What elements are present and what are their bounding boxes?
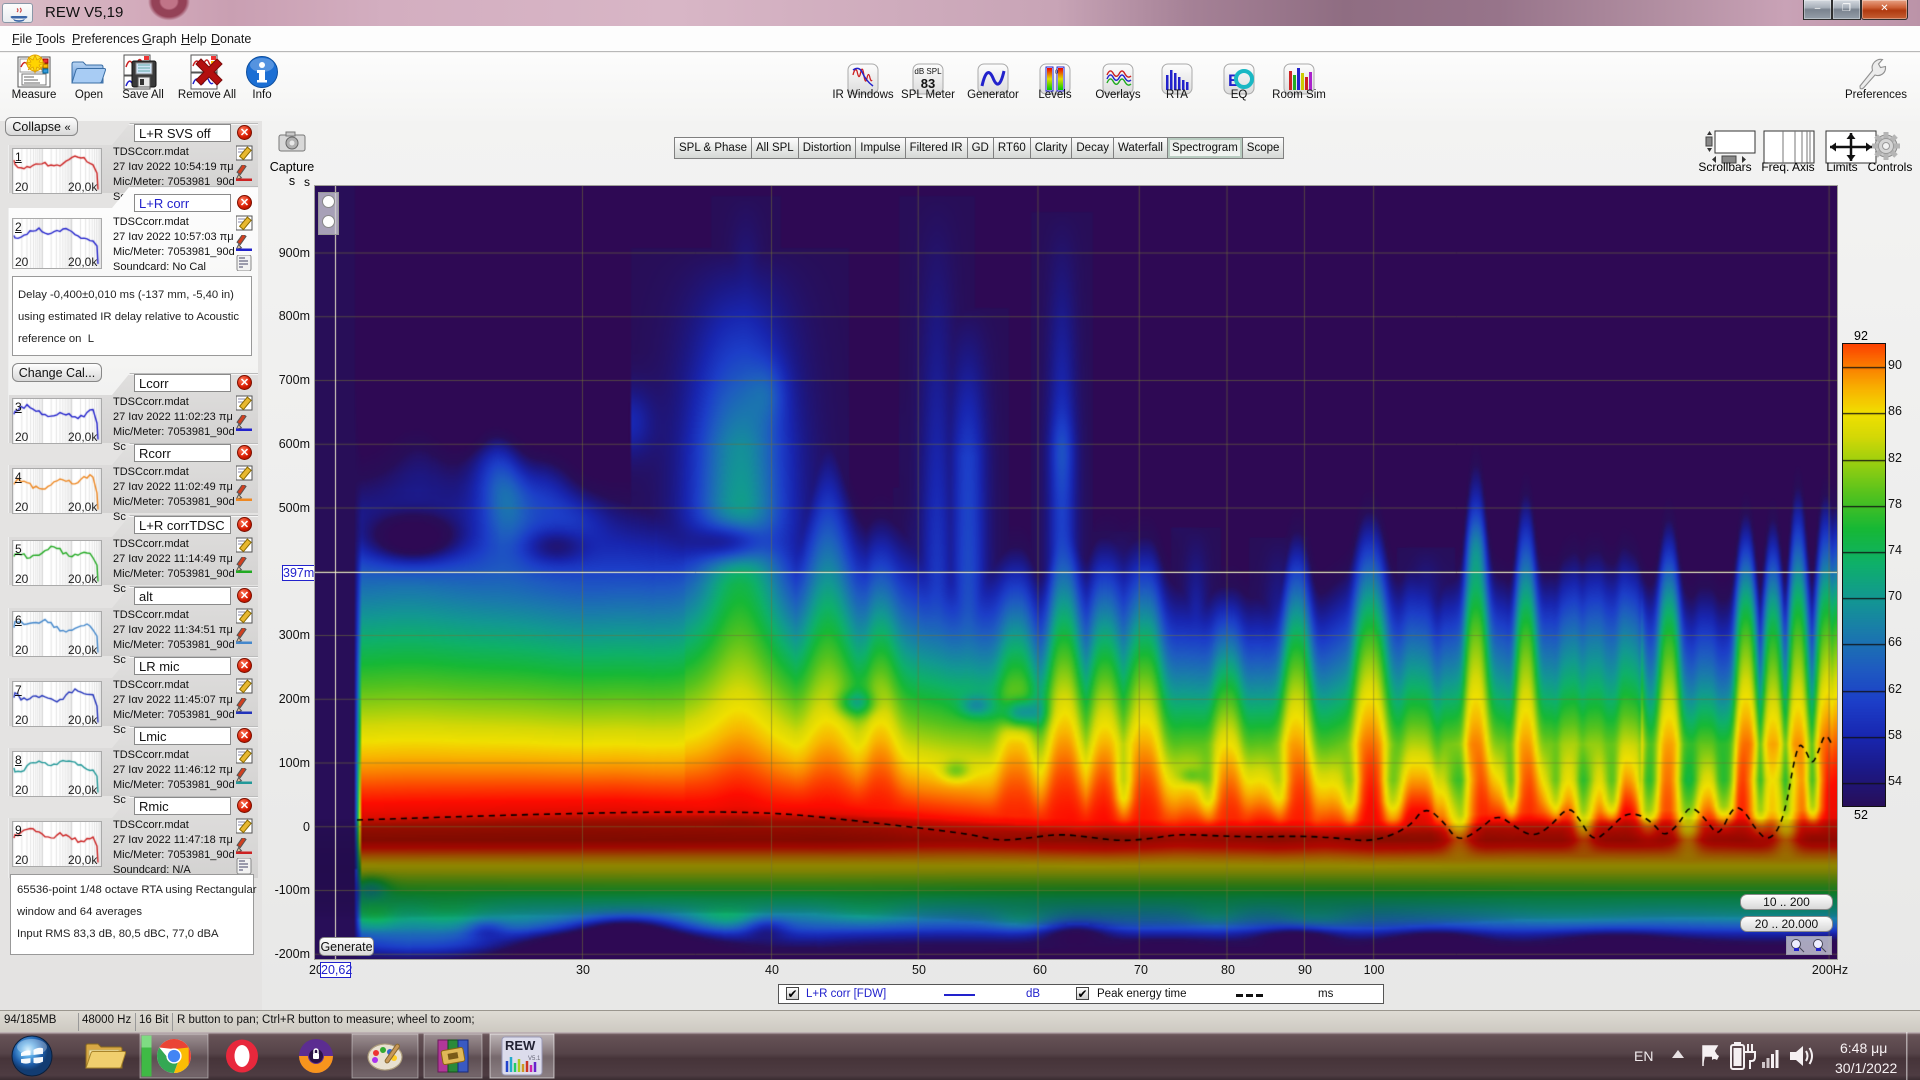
svg-text:EN: EN bbox=[1634, 1048, 1653, 1064]
svg-text:30/1/2022: 30/1/2022 bbox=[1835, 1060, 1897, 1076]
svg-text:6:48 μμ: 6:48 μμ bbox=[1840, 1040, 1887, 1056]
svg-text:V5.1: V5.1 bbox=[528, 1056, 541, 1062]
svg-text:dB SPL: dB SPL bbox=[914, 67, 942, 76]
svg-text:REW: REW bbox=[505, 1038, 536, 1053]
